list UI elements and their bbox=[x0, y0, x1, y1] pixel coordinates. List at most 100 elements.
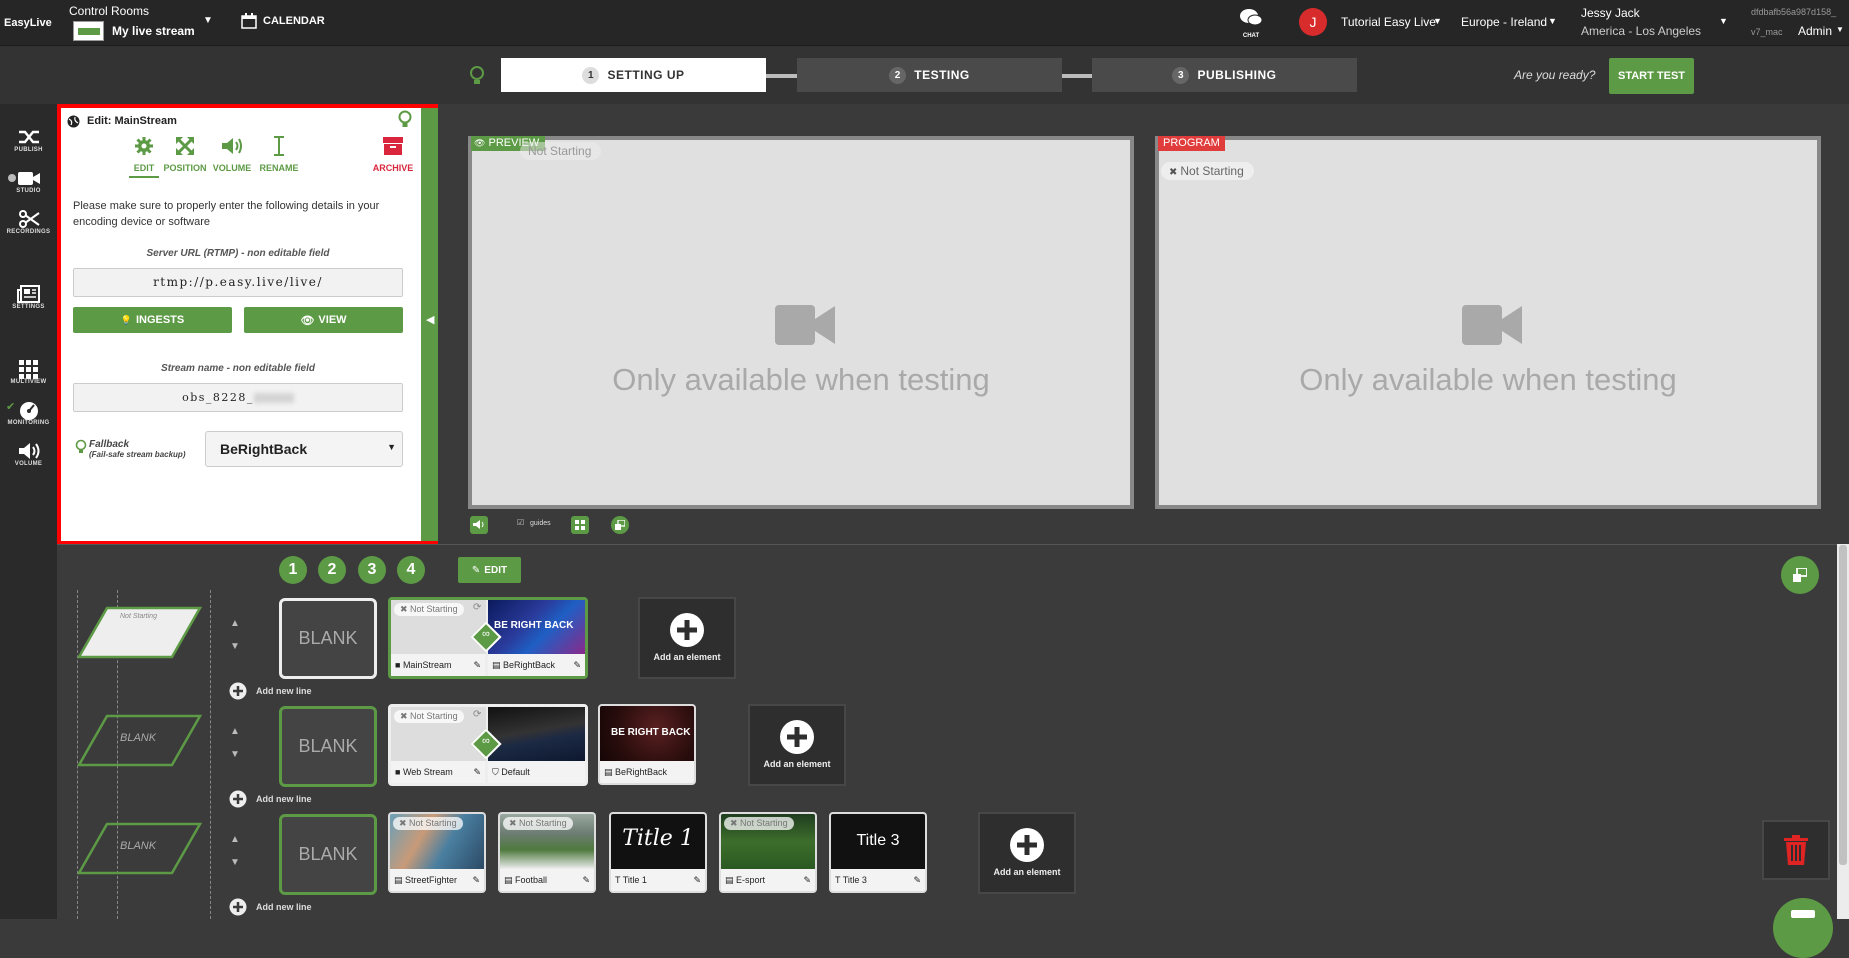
calendar-link[interactable]: CALENDAR bbox=[241, 12, 331, 32]
pencil-icon[interactable]: ✎ bbox=[573, 654, 581, 676]
user-dropdown-icon[interactable]: ▼ bbox=[1719, 16, 1728, 26]
step-testing[interactable]: 2 TESTING bbox=[797, 58, 1062, 92]
nav-settings[interactable]: SETTINGS bbox=[0, 282, 57, 318]
tab-archive[interactable]: ARCHIVE bbox=[369, 136, 417, 178]
tutorial-dropdown-icon[interactable]: ▼ bbox=[1433, 16, 1442, 26]
row-3-add-element[interactable]: Add an element bbox=[978, 812, 1076, 894]
layout-grid-button[interactable] bbox=[571, 516, 589, 534]
row-2-berightback-thumb[interactable]: BE RIGHT BACK ▤ BeRightBack bbox=[598, 704, 696, 785]
popout-button[interactable] bbox=[611, 516, 629, 534]
tab-volume[interactable]: VOLUME bbox=[211, 136, 253, 178]
stream-selector[interactable]: My live stream bbox=[112, 24, 195, 38]
easylive-logo[interactable]: EasyLive bbox=[4, 13, 52, 29]
stream-key-field[interactable]: obs_8228_ bbox=[73, 383, 403, 412]
role-dropdown-icon[interactable]: ▼ bbox=[1836, 25, 1844, 34]
program-monitor[interactable]: PROGRAM ✖ Not Starting Only available whe… bbox=[1155, 136, 1821, 509]
avatar[interactable]: J bbox=[1299, 8, 1327, 36]
row-3-blank-slot[interactable]: BLANK bbox=[279, 814, 377, 895]
region-dropdown-icon[interactable]: ▼ bbox=[1548, 16, 1557, 26]
row-1-add-element[interactable]: Add an element bbox=[638, 597, 736, 679]
scene-tab-2[interactable]: 2 bbox=[318, 556, 346, 584]
nav-recordings[interactable]: RECORDINGS bbox=[0, 207, 57, 243]
fallback-label: Fallback bbox=[89, 439, 130, 450]
fallback-select[interactable]: BeRightBack ▼ bbox=[205, 431, 403, 467]
row-2-default-thumb[interactable]: ⛉ Default bbox=[488, 707, 585, 783]
video-camera-icon: ■ bbox=[395, 767, 403, 777]
scenes-edit-button[interactable]: ✎ EDIT bbox=[458, 557, 521, 583]
preview-audio-button[interactable] bbox=[470, 516, 488, 534]
pencil-icon[interactable]: ✎ bbox=[473, 761, 481, 783]
panel-tip-bulb-icon[interactable] bbox=[398, 110, 412, 128]
guides-checkbox[interactable]: ☑ bbox=[517, 518, 524, 527]
row-3-title1-thumb[interactable]: Title 1 T Title 1 ✎ bbox=[609, 812, 707, 893]
row-3-football-thumb[interactable]: ✖ Not Starting ▤ Football ✎ bbox=[498, 812, 596, 893]
row-3-title3-thumb[interactable]: Title 3 T Title 3 ✎ bbox=[829, 812, 927, 893]
row-2-blank-slot[interactable]: BLANK bbox=[279, 706, 377, 787]
ingests-button[interactable]: 💡 INGESTS bbox=[73, 307, 232, 333]
row-1-move-up[interactable]: ▲ bbox=[230, 618, 240, 629]
preview-monitor[interactable]: 👁 PREVIEW Not Starting Only available wh… bbox=[468, 136, 1134, 509]
tip-bulb-icon[interactable] bbox=[469, 66, 485, 86]
scene-tab-1[interactable]: 1 bbox=[279, 556, 307, 584]
server-url-field[interactable]: rtmp://p.easy.live/live/ bbox=[73, 268, 403, 297]
role-menu[interactable]: Admin bbox=[1798, 24, 1832, 38]
user-name[interactable]: Jessy Jack bbox=[1581, 6, 1640, 20]
row-2-item-2-label: ⛉ Default bbox=[488, 761, 585, 783]
tutorial-menu[interactable]: Tutorial Easy Live bbox=[1341, 15, 1436, 29]
tab-position[interactable]: POSITION bbox=[162, 136, 208, 178]
scenes-scrollbar-thumb[interactable] bbox=[1839, 545, 1847, 865]
chat-fab-button[interactable] bbox=[1773, 898, 1833, 958]
fallback-bulb-icon[interactable] bbox=[75, 439, 87, 455]
row-3-layout-preview[interactable]: BLANK bbox=[77, 822, 202, 875]
pencil-icon[interactable]: ✎ bbox=[693, 869, 701, 891]
view-button[interactable]: 👁 VIEW bbox=[244, 307, 403, 333]
nav-studio[interactable]: STUDIO bbox=[0, 166, 57, 202]
nav-monitoring[interactable]: MONITORING bbox=[0, 398, 57, 434]
row-3-move-down[interactable]: ▼ bbox=[230, 857, 240, 868]
gear-icon bbox=[135, 137, 153, 155]
scenes-scrollbar-track[interactable] bbox=[1837, 544, 1849, 919]
row-1-move-down[interactable]: ▼ bbox=[230, 641, 240, 652]
row-2-move-up[interactable]: ▲ bbox=[230, 726, 240, 737]
nav-volume[interactable]: VOLUME bbox=[0, 439, 57, 475]
row-1-berightback-thumb[interactable]: BE RIGHT BACK ▤ BeRightBack ✎ bbox=[488, 600, 585, 676]
scene-tab-4[interactable]: 4 bbox=[397, 556, 425, 584]
row-2-layout-preview[interactable]: BLANK bbox=[77, 714, 202, 767]
step-publishing[interactable]: 3 PUBLISHING bbox=[1092, 58, 1357, 92]
row-2-add-element[interactable]: Add an element bbox=[748, 704, 846, 786]
edit-source-panel: Edit: MainStream EDIT POSITION VOLUME RE… bbox=[57, 104, 438, 545]
step-2-label: TESTING bbox=[914, 68, 970, 82]
row-1-layout-label: Not Starting bbox=[120, 613, 157, 620]
pencil-icon[interactable]: ✎ bbox=[473, 654, 481, 676]
panel-collapse-handle[interactable]: ◀ bbox=[421, 108, 438, 541]
chat-button[interactable]: CHAT bbox=[1236, 8, 1266, 40]
nav-publish[interactable]: PUBLISH bbox=[0, 125, 57, 161]
row-2-move-down[interactable]: ▼ bbox=[230, 749, 240, 760]
row-3-esport-thumb[interactable]: ✖ Not Starting ▤ E-sport ✎ bbox=[719, 812, 817, 893]
row-3-move-up[interactable]: ▲ bbox=[230, 834, 240, 845]
nav-multiview[interactable]: MULTIVIEW bbox=[0, 357, 57, 393]
preview-message: Only available when testing bbox=[612, 362, 990, 397]
scene-tab-3[interactable]: 3 bbox=[358, 556, 386, 584]
row-1-layout-preview[interactable]: Not Starting bbox=[77, 606, 202, 659]
step-setting-up[interactable]: 1 SETTING UP bbox=[501, 58, 766, 92]
pencil-icon[interactable]: ✎ bbox=[803, 869, 811, 891]
start-test-button[interactable]: START TEST bbox=[1609, 58, 1694, 94]
edit-panel-title: Edit: MainStream bbox=[87, 115, 177, 127]
control-rooms-label: Control Rooms bbox=[69, 4, 150, 18]
region-selector[interactable]: Europe - Ireland bbox=[1461, 15, 1547, 29]
user-timezone[interactable]: America - Los Angeles bbox=[1581, 24, 1701, 38]
pencil-icon[interactable]: ✎ bbox=[582, 869, 590, 891]
add-circle-icon bbox=[229, 682, 247, 700]
scenes-popout-button[interactable] bbox=[1781, 556, 1819, 594]
nav-studio-label: STUDIO bbox=[16, 188, 41, 194]
pencil-icon[interactable]: ✎ bbox=[472, 869, 480, 891]
tab-rename[interactable]: RENAME bbox=[257, 136, 301, 178]
newspaper-icon bbox=[16, 285, 40, 303]
stream-dropdown-icon[interactable]: ▼ bbox=[203, 15, 213, 26]
pencil-icon[interactable]: ✎ bbox=[913, 869, 921, 891]
delete-drop-zone[interactable] bbox=[1762, 820, 1830, 880]
tab-edit[interactable]: EDIT bbox=[129, 136, 159, 178]
row-3-streetfighter-thumb[interactable]: ✖ Not Starting ▤ StreetFighter ✎ bbox=[388, 812, 486, 893]
row-1-blank-slot[interactable]: BLANK bbox=[279, 598, 377, 679]
